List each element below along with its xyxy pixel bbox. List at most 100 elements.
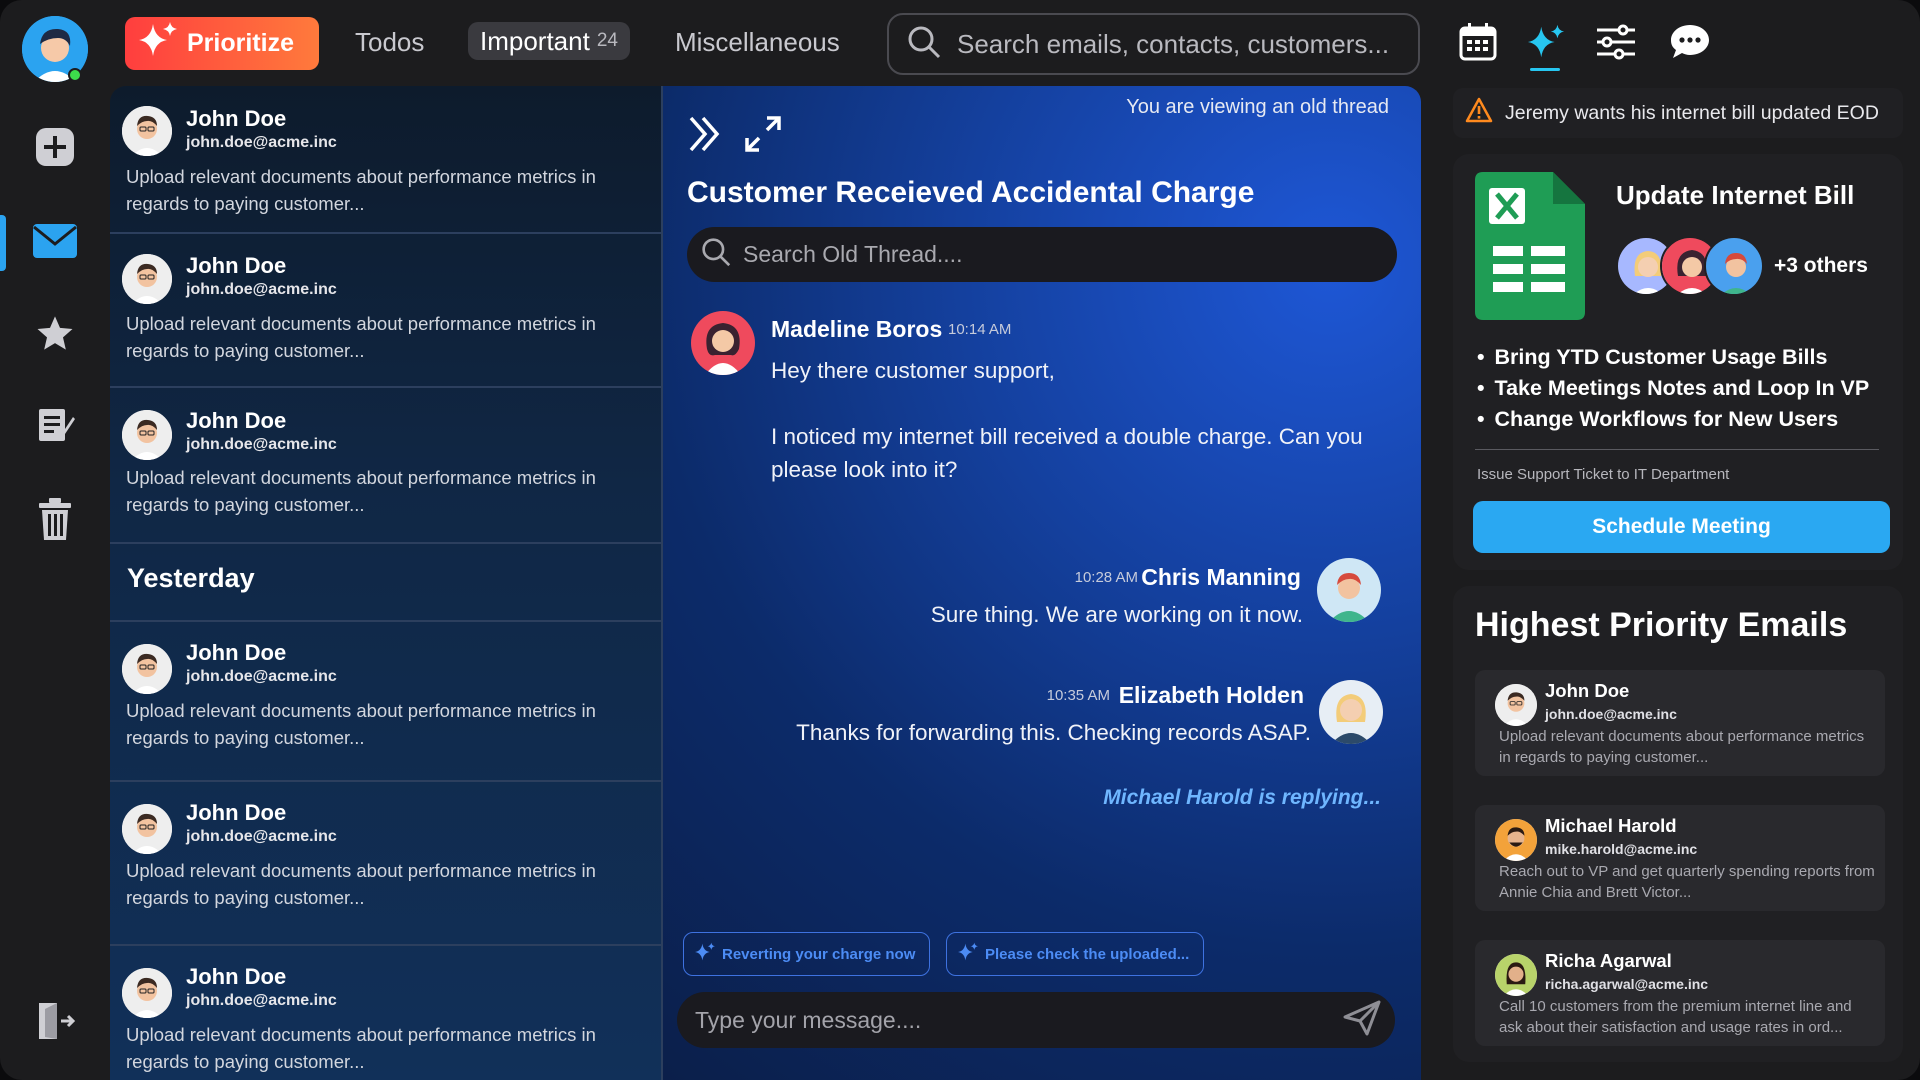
chat-bubble-icon bbox=[1669, 23, 1711, 66]
thread-search bbox=[687, 227, 1397, 282]
message-sender: Elizabeth Holden bbox=[1118, 682, 1304, 708]
expand-button[interactable] bbox=[743, 114, 783, 159]
double-chevron-right-icon bbox=[687, 116, 721, 158]
alert-banner: Jeremy wants his internet bill updated E… bbox=[1453, 88, 1903, 138]
message-text: Thanks for forwarding this. Checking rec… bbox=[796, 720, 1311, 745]
avatar bbox=[1319, 680, 1383, 744]
message-time: 10:14 AM bbox=[948, 321, 1012, 338]
spreadsheet-icon bbox=[1475, 172, 1585, 325]
tab-miscellaneous[interactable]: Miscellaneous bbox=[675, 22, 840, 62]
list-item[interactable]: John Doe john.doe@acme.inc Upload releva… bbox=[110, 946, 661, 1080]
email-preview: Upload relevant documents about performa… bbox=[126, 1024, 596, 1072]
sender-address: john.doe@acme.inc bbox=[186, 281, 337, 298]
suggestion-chip[interactable]: Please check the uploaded... bbox=[946, 932, 1205, 976]
filters-button[interactable] bbox=[1592, 20, 1640, 68]
avatar bbox=[1495, 954, 1537, 996]
suggestion-label: Please check the uploaded... bbox=[985, 945, 1190, 963]
sender-address: mike.harold@acme.inc bbox=[1545, 841, 1698, 857]
collapse-button[interactable] bbox=[687, 114, 721, 159]
sender-name: John Doe bbox=[1545, 680, 1630, 701]
compose-button[interactable] bbox=[30, 124, 80, 174]
list-item[interactable]: John Doe john.doe@acme.inc Upload releva… bbox=[110, 86, 661, 234]
sender-address: john.doe@acme.inc bbox=[1545, 706, 1677, 722]
notes-nav-button[interactable] bbox=[30, 402, 80, 452]
list-item[interactable]: John Doe john.doe@acme.inc Upload releva… bbox=[110, 622, 661, 782]
sender-address: john.doe@acme.inc bbox=[186, 134, 337, 151]
sparkle-icon bbox=[137, 20, 179, 67]
tab-important-label: Important bbox=[480, 25, 590, 56]
sender-address: john.doe@acme.inc bbox=[186, 668, 337, 685]
logout-icon bbox=[35, 1001, 76, 1046]
avatar bbox=[122, 410, 172, 460]
logout-button[interactable] bbox=[30, 998, 80, 1048]
card-title: Update Internet Bill bbox=[1616, 180, 1855, 210]
message-sender: Madeline Boros bbox=[771, 316, 943, 342]
search-input[interactable] bbox=[957, 28, 1397, 60]
priority-email-card[interactable]: John Doe john.doe@acme.inc Upload releva… bbox=[1475, 670, 1885, 776]
sender-name: John Doe bbox=[186, 800, 287, 825]
priority-panel: Highest Priority Emails John Doe john.do… bbox=[1453, 586, 1903, 1062]
participant-group[interactable]: +3 others bbox=[1616, 234, 1868, 298]
sender-name: John Doe bbox=[186, 253, 287, 278]
search-icon bbox=[907, 25, 941, 64]
sparkle-icon bbox=[694, 941, 716, 967]
ai-assist-button[interactable] bbox=[1522, 20, 1570, 68]
alert-text: Jeremy wants his internet bill updated E… bbox=[1505, 101, 1879, 124]
list-item[interactable]: John Doe john.doe@acme.inc Upload releva… bbox=[110, 782, 661, 946]
thread-panel: You are viewing an old thread Customer R… bbox=[663, 86, 1421, 1080]
active-tool-indicator bbox=[1530, 68, 1560, 71]
card-subtext: Issue Support Ticket to IT Department bbox=[1477, 466, 1730, 483]
sparkle-icon bbox=[1526, 22, 1566, 67]
task-card: Update Internet Bill +3 others Bring YTD… bbox=[1453, 154, 1903, 570]
priority-title: Highest Priority Emails bbox=[1475, 606, 1848, 644]
list-item[interactable]: John Doe john.doe@acme.inc Upload releva… bbox=[110, 388, 661, 544]
prioritize-button[interactable]: Prioritize bbox=[125, 17, 319, 70]
thread-search-input[interactable] bbox=[743, 241, 1343, 268]
email-preview: Upload relevant documents about performa… bbox=[126, 700, 596, 748]
message-sender: Chris Manning bbox=[1141, 564, 1301, 590]
prioritize-label: Prioritize bbox=[187, 29, 294, 57]
email-preview: Upload relevant documents about performa… bbox=[1499, 728, 1865, 766]
list-item[interactable]: John Doe john.doe@acme.inc Upload releva… bbox=[110, 234, 661, 388]
starred-nav-button[interactable] bbox=[30, 310, 80, 360]
sender-name: John Doe bbox=[186, 408, 287, 433]
sender-address: richa.agarwal@acme.inc bbox=[1545, 976, 1709, 992]
trash-icon bbox=[35, 497, 75, 546]
tab-todos[interactable]: Todos bbox=[355, 22, 424, 62]
online-status-dot bbox=[68, 68, 82, 82]
sparkle-icon bbox=[957, 941, 979, 967]
tab-important[interactable]: Important 24 bbox=[468, 22, 630, 60]
message-text: Hey there customer support, bbox=[771, 358, 1055, 383]
calendar-button[interactable] bbox=[1454, 20, 1502, 68]
message-input[interactable] bbox=[695, 1006, 1315, 1034]
others-count: +3 others bbox=[1774, 254, 1868, 277]
schedule-meeting-button[interactable]: Schedule Meeting bbox=[1473, 501, 1890, 553]
app-window: Prioritize Todos Important 24 Miscellane… bbox=[0, 0, 1920, 1080]
avatar bbox=[122, 968, 172, 1018]
suggestion-chip[interactable]: Reverting your charge now bbox=[683, 932, 931, 976]
divider bbox=[1475, 449, 1879, 450]
top-bar: Prioritize Todos Important 24 Miscellane… bbox=[110, 0, 1420, 86]
chat-button[interactable] bbox=[1666, 20, 1714, 68]
avatar bbox=[1317, 558, 1381, 622]
bullet-item: Change Workflows for New Users bbox=[1477, 404, 1869, 435]
priority-email-card[interactable]: Michael Harold mike.harold@acme.inc Reac… bbox=[1475, 805, 1885, 911]
notes-icon bbox=[35, 405, 75, 450]
tab-important-count: 24 bbox=[596, 30, 618, 51]
calendar-icon bbox=[1458, 22, 1498, 67]
mail-nav-button[interactable] bbox=[30, 218, 80, 268]
message-time: 10:35 AM bbox=[1046, 687, 1110, 704]
trash-nav-button[interactable] bbox=[30, 496, 80, 546]
priority-email-card[interactable]: Richa Agarwal richa.agarwal@acme.inc Cal… bbox=[1475, 940, 1885, 1046]
mail-icon bbox=[32, 223, 78, 264]
avatar bbox=[691, 311, 755, 375]
avatar bbox=[122, 106, 172, 156]
old-thread-notice: You are viewing an old thread bbox=[1126, 96, 1389, 118]
task-bullets: Bring YTD Customer Usage Bills Take Meet… bbox=[1477, 342, 1870, 435]
send-icon[interactable] bbox=[1343, 1000, 1381, 1041]
active-indicator bbox=[0, 215, 6, 271]
avatar bbox=[122, 804, 172, 854]
avatar bbox=[1495, 819, 1537, 861]
sender-name: Michael Harold bbox=[1545, 815, 1677, 836]
message-composer bbox=[677, 992, 1395, 1048]
